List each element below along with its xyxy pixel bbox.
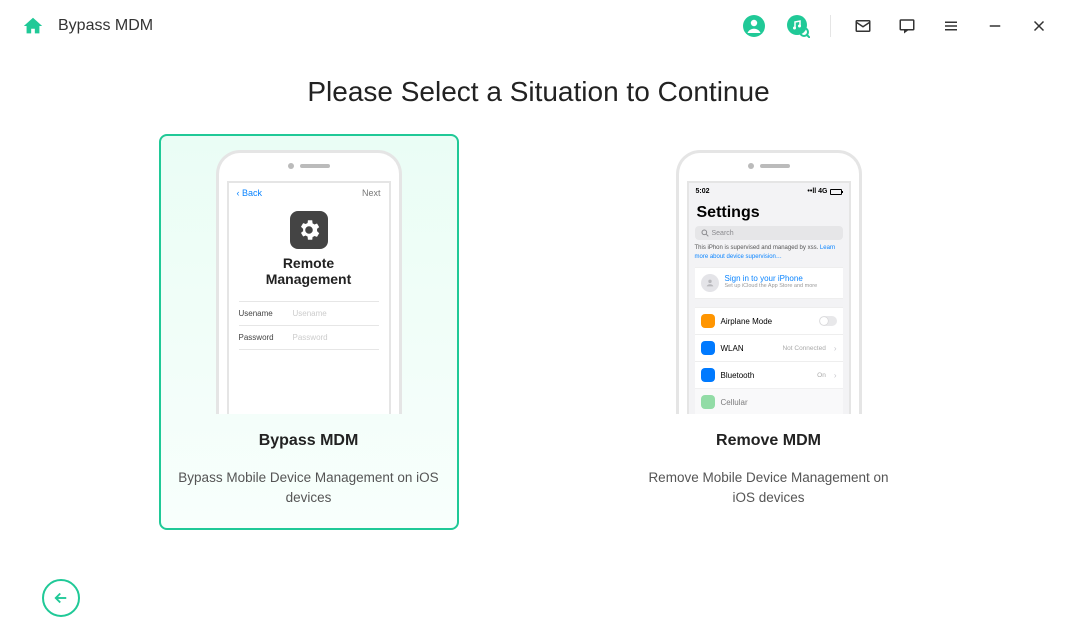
settings-body: Settings Search This iPhon is supervised… [689, 200, 849, 414]
cellular-icon [701, 395, 715, 409]
page-heading: Please Select a Situation to Continue [40, 76, 1037, 108]
title-bar-right [742, 14, 1051, 38]
home-button[interactable] [20, 14, 46, 38]
minimize-button[interactable] [983, 14, 1007, 38]
phone-screen-remove: 5:02 ••ll 4G Settings Search This iPhon … [687, 181, 851, 414]
battery-icon [830, 189, 842, 195]
status-right: ••ll 4G [807, 188, 841, 195]
music-search-icon[interactable] [786, 14, 810, 38]
bluetooth-icon [701, 368, 715, 382]
rm-navbar: ‹ Back Next [229, 183, 389, 203]
rm-body: Remote Management Usename Usename Passwo… [229, 203, 389, 414]
phone-screen-bypass: ‹ Back Next Remote Management Usename [227, 181, 391, 414]
field-password-label: Password [239, 333, 283, 342]
sign-in-sub: Set up iCloud the App Store and more [725, 283, 818, 289]
row-cell-label: Cellular [721, 398, 748, 407]
settings-search: Search [695, 226, 843, 240]
row-bluetooth: Bluetooth On › [695, 361, 843, 388]
search-placeholder: Search [712, 230, 734, 237]
row-cellular: Cellular [695, 388, 843, 414]
row-airplane-label: Airplane Mode [721, 317, 773, 326]
sign-in-title: Sign in to your iPhone [725, 274, 818, 283]
row-wlan-label: WLAN [721, 344, 744, 353]
rm-title-line2: Management [266, 271, 352, 287]
supervised-text: This iPhon is supervised and managed by … [695, 245, 819, 251]
field-username-placeholder: Usename [293, 309, 327, 318]
supervised-notice: This iPhon is supervised and managed by … [695, 244, 843, 262]
field-username: Usename Usename [239, 301, 379, 325]
row-bt-label: Bluetooth [721, 371, 755, 380]
search-icon [701, 229, 709, 237]
title-bar: Bypass MDM [0, 0, 1077, 52]
rm-back-label: ‹ Back [237, 188, 263, 198]
account-icon[interactable] [742, 14, 766, 38]
title-bar-left: Bypass MDM [20, 14, 153, 38]
rm-title: Remote Management [266, 255, 352, 287]
phone-mock-bypass: ‹ Back Next Remote Management Usename [216, 150, 402, 414]
status-signal: ••ll 4G [807, 188, 827, 195]
status-time: 5:02 [696, 188, 710, 195]
row-wlan: WLAN Not Connected › [695, 334, 843, 361]
phone-speaker [748, 163, 790, 169]
gear-icon [290, 211, 328, 249]
settings-heading: Settings [695, 200, 843, 226]
phone-speaker [288, 163, 330, 169]
back-button[interactable] [42, 579, 80, 617]
situation-cards: ‹ Back Next Remote Management Usename [40, 134, 1037, 530]
app-title: Bypass MDM [58, 17, 153, 35]
mail-icon[interactable] [851, 14, 875, 38]
field-password: Password Password [239, 325, 379, 350]
card-remove-desc: Remove Mobile Device Management on iOS d… [631, 468, 907, 509]
card-remove-mdm[interactable]: 5:02 ••ll 4G Settings Search This iPhon … [619, 134, 919, 530]
card-bypass-title: Bypass MDM [259, 432, 359, 450]
arrow-left-icon [52, 589, 70, 607]
field-username-label: Usename [239, 309, 283, 318]
row-wlan-value: Not Connected [782, 345, 825, 352]
rm-next-label: Next [362, 188, 381, 198]
menu-icon[interactable] [939, 14, 963, 38]
airplane-toggle [819, 316, 837, 326]
row-airplane: Airplane Mode [695, 307, 843, 334]
close-button[interactable] [1027, 14, 1051, 38]
wlan-icon [701, 341, 715, 355]
chevron-right-icon: › [834, 344, 837, 353]
row-bt-value: On [817, 372, 826, 379]
chevron-right-icon: › [834, 371, 837, 380]
airplane-icon [701, 314, 715, 328]
phone-mock-remove: 5:02 ••ll 4G Settings Search This iPhon … [676, 150, 862, 414]
status-bar: 5:02 ••ll 4G [689, 183, 849, 200]
main-content: Please Select a Situation to Continue ‹ … [0, 52, 1077, 530]
field-password-placeholder: Password [293, 333, 328, 342]
rm-back-text: Back [242, 188, 262, 198]
feedback-icon[interactable] [895, 14, 919, 38]
separator [830, 15, 831, 37]
rm-title-line1: Remote [283, 255, 334, 271]
card-remove-title: Remove MDM [716, 432, 821, 450]
card-bypass-mdm[interactable]: ‹ Back Next Remote Management Usename [159, 134, 459, 530]
card-bypass-desc: Bypass Mobile Device Management on iOS d… [171, 468, 447, 509]
avatar-icon [701, 274, 719, 292]
apple-id-row: Sign in to your iPhone Set up iCloud the… [695, 267, 843, 299]
